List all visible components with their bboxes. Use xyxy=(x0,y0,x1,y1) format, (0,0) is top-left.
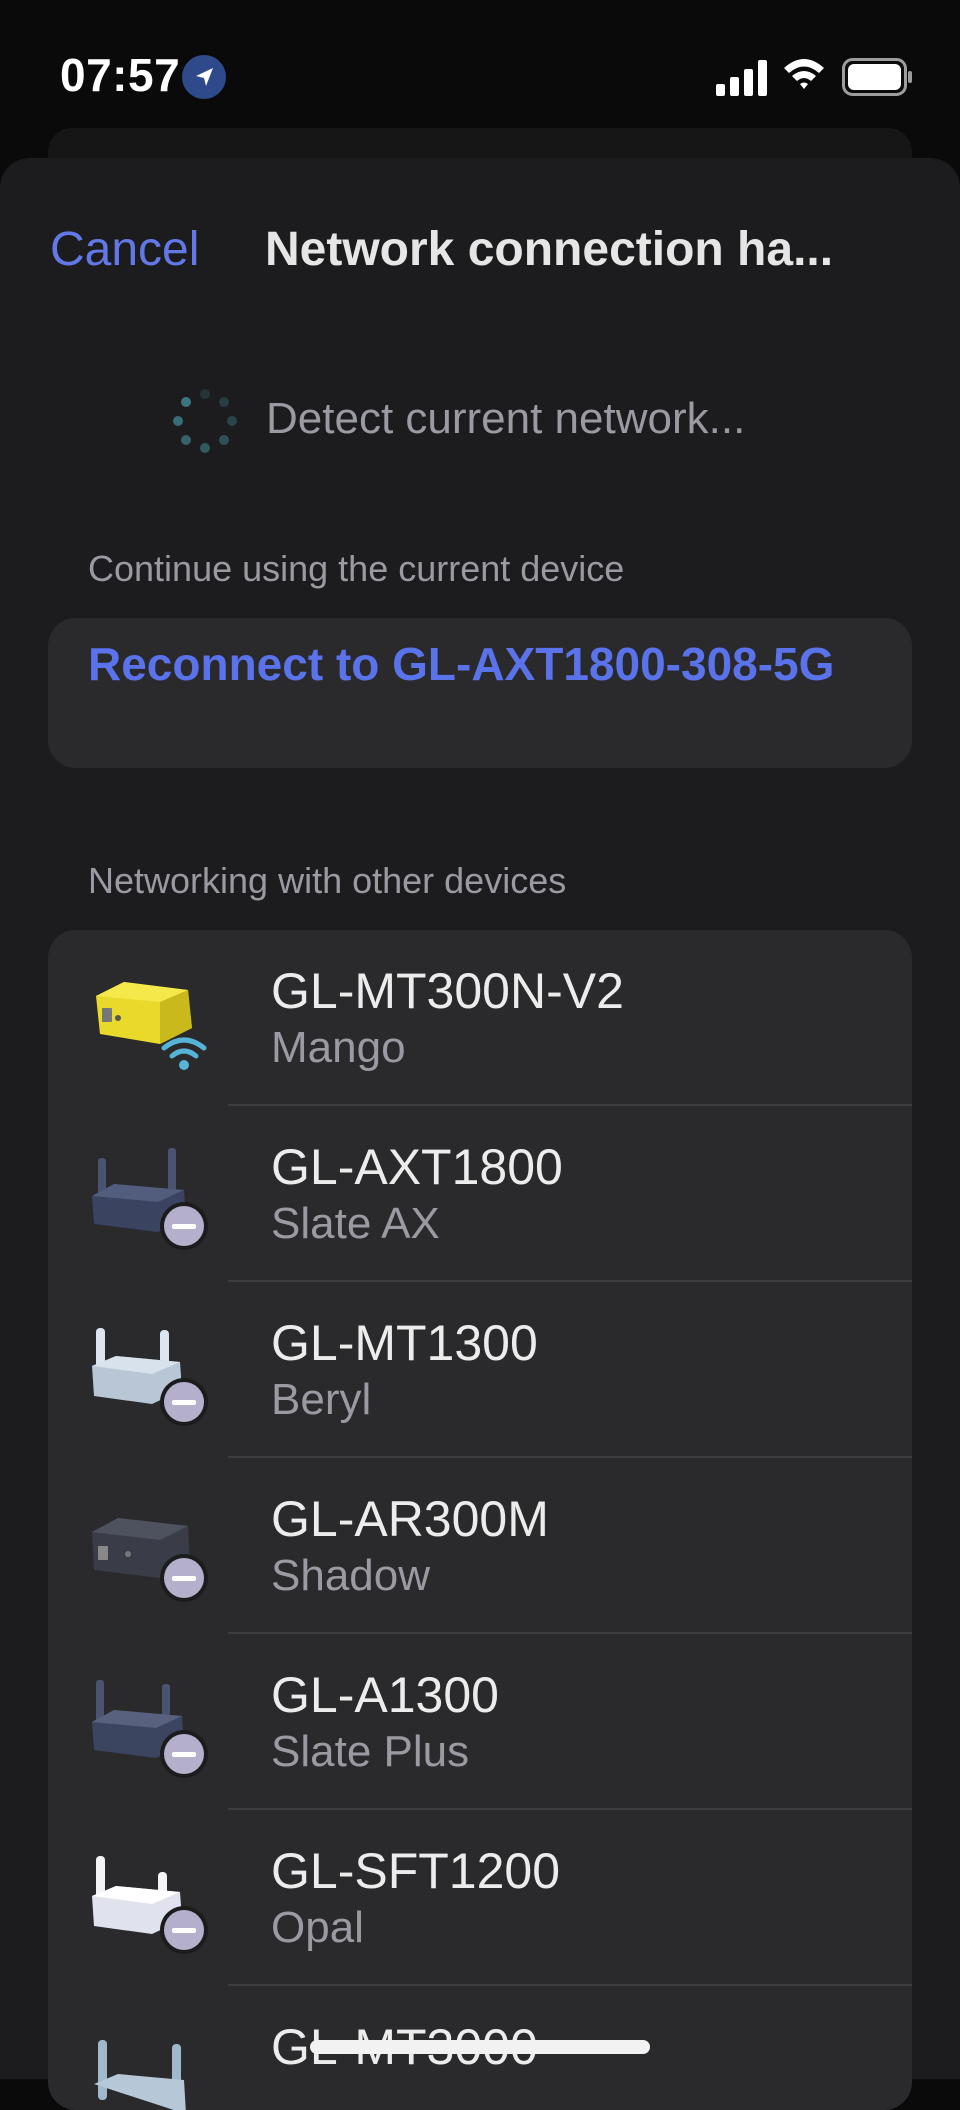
device-model: GL-MT1300 xyxy=(271,1315,538,1371)
current-device-section-label: Continue using the current device xyxy=(88,548,625,589)
device-model: GL-A1300 xyxy=(271,1667,499,1723)
device-name: Opal xyxy=(271,1903,364,1952)
other-devices-section-label: Networking with other devices xyxy=(88,860,567,901)
beryl-router-icon xyxy=(92,1328,208,1426)
device-row-slate-ax[interactable]: GL-AXT1800 Slate AX xyxy=(48,1106,912,1282)
slate-plus-router-icon xyxy=(92,1680,208,1778)
device-model: GL-AXT1800 xyxy=(271,1139,563,1195)
opal-router-icon xyxy=(92,1856,208,1954)
wifi-icon xyxy=(784,59,824,89)
slate-ax-router-icon xyxy=(92,1148,208,1250)
device-row-shadow[interactable]: GL-AR300M Shadow xyxy=(48,1458,912,1634)
device-model: GL-SFT1200 xyxy=(271,1843,561,1899)
loading-spinner-icon xyxy=(173,389,237,453)
device-model: GL-AR300M xyxy=(271,1491,549,1547)
reconnect-card[interactable]: Reconnect to GL-AXT1800-308-5G xyxy=(48,618,912,768)
device-row-opal[interactable]: GL-SFT1200 Opal xyxy=(48,1810,912,1986)
detect-network-status: Detect current network... xyxy=(266,394,746,443)
location-arrow-icon xyxy=(182,55,226,99)
device-list: GL-MT300N-V2 Mango GL-AXT1800 Slate AX G… xyxy=(48,930,912,2110)
device-name: Beryl xyxy=(271,1375,372,1424)
reconnect-button[interactable]: Reconnect to GL-AXT1800-308-5G xyxy=(88,636,848,692)
home-indicator[interactable] xyxy=(310,2040,650,2054)
battery-icon xyxy=(842,58,912,96)
mt3000-router-icon xyxy=(94,2040,186,2110)
status-time: 07:57 xyxy=(60,49,181,101)
device-row-slate-plus[interactable]: GL-A1300 Slate Plus xyxy=(48,1634,912,1810)
cancel-button[interactable]: Cancel xyxy=(50,222,199,277)
device-name: Shadow xyxy=(271,1551,431,1600)
device-row-mango[interactable]: GL-MT300N-V2 Mango xyxy=(48,930,912,1106)
page-title: Network connection ha... xyxy=(265,223,834,276)
device-row-beryl[interactable]: GL-MT1300 Beryl xyxy=(48,1282,912,1458)
cellular-signal-icon xyxy=(716,60,767,96)
mango-router-wifi-icon xyxy=(96,982,207,1070)
device-name: Slate Plus xyxy=(271,1727,470,1776)
device-model: GL-MT300N-V2 xyxy=(271,963,624,1019)
device-name: Slate AX xyxy=(271,1199,440,1248)
shadow-router-icon xyxy=(92,1518,208,1602)
device-name: Mango xyxy=(271,1023,406,1072)
